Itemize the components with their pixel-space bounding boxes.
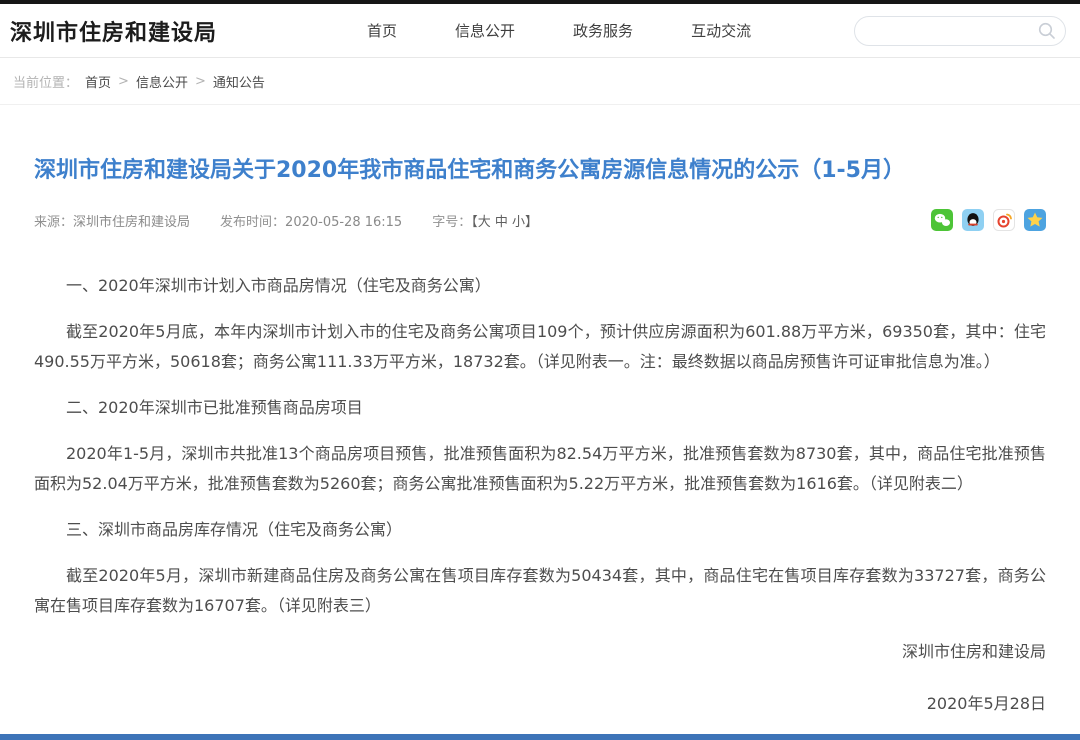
article-body: 一、2020年深圳市计划入市商品房情况（住宅及商务公寓） 截至2020年5月底，…	[34, 271, 1046, 719]
meta-publish-time: 发布时间：2020-05-28 16:15	[220, 211, 402, 230]
meta-font-size: 字号：【大 中 小】	[432, 211, 538, 230]
article-date: 2020年5月28日	[34, 689, 1046, 719]
nav-item-info[interactable]: 信息公开	[455, 20, 515, 41]
section-body-3: 截至2020年5月，深圳市新建商品住房及商务公寓在售项目库存套数为50434套，…	[34, 561, 1046, 621]
search-box[interactable]	[854, 16, 1066, 46]
breadcrumb-notices[interactable]: 通知公告	[213, 72, 265, 91]
article-meta: 来源：深圳市住房和建设局 发布时间：2020-05-28 16:15 字号：【大…	[34, 209, 1046, 231]
search-input[interactable]	[869, 22, 1037, 39]
qzone-icon[interactable]	[1024, 209, 1046, 231]
breadcrumb-label: 当前位置：	[13, 72, 78, 91]
nav-item-interaction[interactable]: 互动交流	[691, 20, 751, 41]
meta-publish-value: 2020-05-28 16:15	[285, 215, 402, 230]
breadcrumb-separator: >	[118, 74, 129, 89]
article-content: 深圳市住房和建设局关于2020年我市商品住宅和商务公寓房源信息情况的公示（1-5…	[0, 155, 1080, 719]
share-bar	[931, 209, 1046, 231]
site-header: 深圳市住房和建设局 首页 信息公开 政务服务 互动交流	[0, 4, 1080, 58]
main-nav: 首页 信息公开 政务服务 互动交流	[367, 20, 751, 41]
search-icon[interactable]	[1037, 21, 1057, 41]
section-heading-2: 二、2020年深圳市已批准预售商品房项目	[34, 393, 1046, 423]
breadcrumb-info[interactable]: 信息公开	[136, 72, 188, 91]
wechat-icon[interactable]	[931, 209, 953, 231]
section-body-1: 截至2020年5月底，本年内深圳市计划入市的住宅及商务公寓项目109个，预计供应…	[34, 317, 1046, 377]
meta-font-size-label: 字号：	[432, 215, 471, 230]
footer-top-bar	[0, 734, 1080, 740]
breadcrumb-separator: >	[195, 74, 206, 89]
meta-publish-label: 发布时间：	[220, 215, 285, 230]
meta-source: 来源：深圳市住房和建设局	[34, 211, 190, 230]
meta-source-value: 深圳市住房和建设局	[73, 215, 190, 230]
article-title: 深圳市住房和建设局关于2020年我市商品住宅和商务公寓房源信息情况的公示（1-5…	[34, 155, 1046, 187]
breadcrumb-home[interactable]: 首页	[85, 72, 111, 91]
section-heading-1: 一、2020年深圳市计划入市商品房情况（住宅及商务公寓）	[34, 271, 1046, 301]
nav-item-services[interactable]: 政务服务	[573, 20, 633, 41]
font-size-switcher[interactable]: 【大 中 小】	[471, 215, 538, 230]
breadcrumb: 当前位置： 首页 > 信息公开 > 通知公告	[0, 58, 1080, 105]
section-body-2: 2020年1-5月，深圳市共批准13个商品房项目预售，批准预售面积为82.54万…	[34, 439, 1046, 499]
meta-source-label: 来源：	[34, 215, 73, 230]
nav-item-home[interactable]: 首页	[367, 20, 397, 41]
section-heading-3: 三、深圳市商品房库存情况（住宅及商务公寓）	[34, 515, 1046, 545]
site-logo-title: 深圳市住房和建设局	[10, 15, 217, 47]
weibo-icon[interactable]	[993, 209, 1015, 231]
qq-icon[interactable]	[962, 209, 984, 231]
article-signature: 深圳市住房和建设局	[34, 637, 1046, 667]
